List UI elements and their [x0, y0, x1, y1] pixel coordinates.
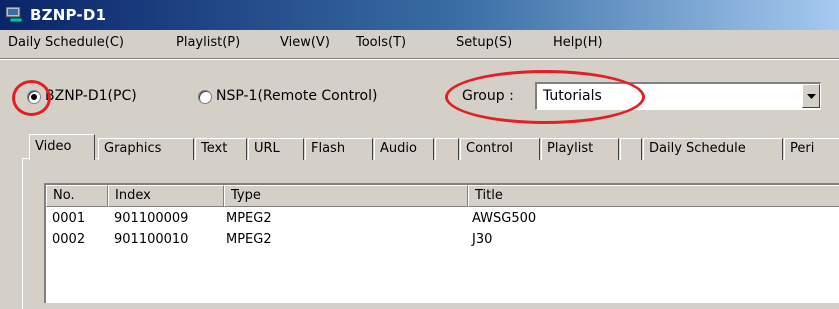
menu-separator	[0, 58, 839, 60]
tab-peri[interactable]: Peri	[784, 138, 839, 160]
menu-help[interactable]: Help(H)	[553, 35, 603, 50]
cell-no: 0001	[52, 211, 86, 226]
title-bar: BZNP-D1	[0, 0, 839, 30]
cell-index: 901100010	[114, 232, 189, 247]
dropdown-button[interactable]	[802, 84, 820, 108]
video-list[interactable]: No. Index Type Title 0001 901100009 MPEG…	[44, 183, 839, 303]
tab-audio[interactable]: Audio	[374, 138, 434, 160]
menu-setup[interactable]: Setup(S)	[456, 35, 512, 50]
cell-title: J30	[472, 232, 493, 247]
tab-daily-schedule[interactable]: Daily Schedule	[643, 138, 783, 160]
window-title: BZNP-D1	[30, 6, 107, 24]
cell-index: 901100009	[114, 211, 189, 226]
tab-video[interactable]: Video	[29, 134, 95, 160]
tab-control[interactable]: Control	[460, 138, 540, 160]
column-header-title[interactable]: Title	[468, 185, 839, 207]
column-header-no[interactable]: No.	[46, 185, 108, 207]
group-label: Group :	[462, 88, 514, 104]
cell-type: MPEG2	[226, 211, 272, 226]
column-header-index[interactable]: Index	[108, 185, 224, 207]
menu-playlist[interactable]: Playlist(P)	[176, 35, 240, 50]
radio-nsp-remote[interactable]	[198, 90, 212, 104]
cell-title: AWSG500	[472, 211, 537, 226]
menu-tools[interactable]: Tools(T)	[356, 35, 406, 50]
tab-blank-1[interactable]	[435, 138, 459, 160]
cell-type: MPEG2	[226, 232, 272, 247]
radio-bznp-pc[interactable]	[27, 90, 41, 104]
tab-blank-2[interactable]	[620, 138, 642, 160]
tab-text[interactable]: Text	[195, 138, 247, 160]
menu-daily-schedule[interactable]: Daily Schedule(C)	[8, 35, 124, 50]
tab-flash[interactable]: Flash	[305, 138, 373, 160]
column-header-type[interactable]: Type	[224, 185, 468, 207]
menu-view[interactable]: View(V)	[280, 35, 330, 50]
tab-playlist[interactable]: Playlist	[541, 138, 619, 160]
tab-graphics[interactable]: Graphics	[98, 138, 194, 160]
radio-selected-dot	[31, 94, 37, 100]
group-select-value: Tutorials	[543, 88, 602, 104]
radio-label-bznp-pc[interactable]: BZNP-D1(PC)	[45, 88, 137, 104]
app-icon	[5, 6, 24, 23]
menu-bar: Daily Schedule(C) Playlist(P) View(V) To…	[0, 30, 839, 56]
chevron-down-icon	[807, 94, 816, 99]
cell-no: 0002	[52, 232, 86, 247]
group-select[interactable]: Tutorials	[535, 82, 821, 110]
tab-url[interactable]: URL	[248, 138, 304, 160]
radio-label-nsp-remote[interactable]: NSP-1(Remote Control)	[216, 88, 377, 104]
